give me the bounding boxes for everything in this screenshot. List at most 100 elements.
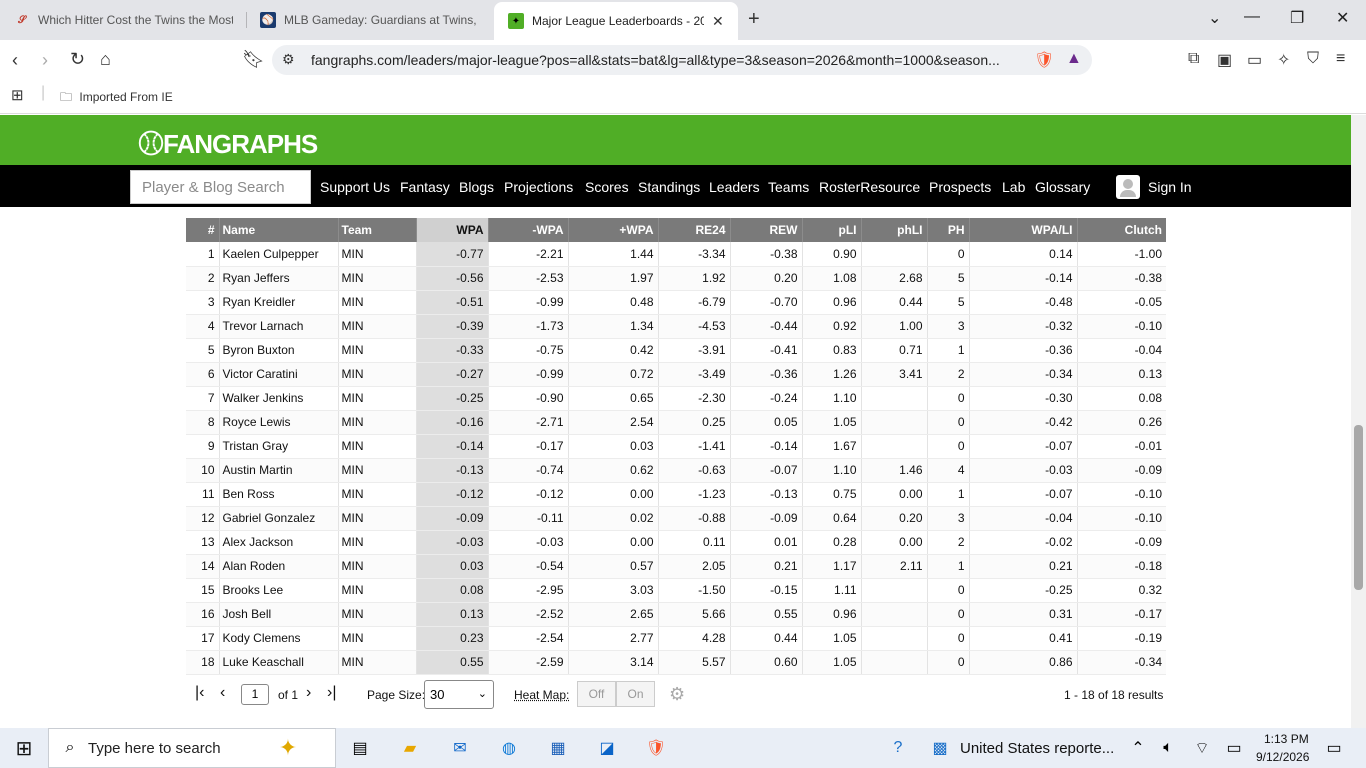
cell-name[interactable]: Walker Jenkins [218,386,338,411]
network-icon[interactable]: ⌔ [1190,736,1214,760]
heat-map-off-button[interactable]: Off [577,681,616,707]
battery-icon[interactable]: ▭ [1222,736,1246,760]
mail-icon[interactable]: ✉ [448,736,472,760]
new-tab-button[interactable]: + [748,8,760,31]
cell-name[interactable]: Trevor Larnach [218,314,338,339]
cell-name[interactable]: Byron Buxton [218,338,338,363]
extensions-icon[interactable]: ⧉ [1188,50,1199,68]
col-header-team[interactable]: Team [337,218,416,242]
news-widget-icon[interactable]: ▩ [928,736,952,760]
windows-start-icon[interactable]: ⊞ [12,736,36,760]
tab-1[interactable]: 𝒮 Which Hitter Cost the Twins the Most [0,0,233,40]
cell-name[interactable]: Alex Jackson [218,530,338,555]
col-header-wpa[interactable]: WPA [415,218,488,242]
col-header-rew[interactable]: REW [729,218,802,242]
sidebar-icon[interactable]: ▣ [1217,50,1232,70]
col-header-minus-wpa[interactable]: -WPA [487,218,568,242]
clock-date[interactable]: 9/12/2026 [1256,750,1309,764]
page-scrollbar-thumb[interactable] [1354,425,1363,590]
cell-name[interactable]: Austin Martin [218,458,338,483]
fangraphs-logo[interactable]: ⚾︎FANGRAPHS [138,124,318,161]
bookmark-folder[interactable]: 🗀︎ Imported From IE [60,88,173,109]
file-explorer-icon[interactable]: ▰ [398,736,422,760]
tray-overflow-chevron-icon[interactable]: ⌃ [1126,736,1150,760]
rewards-triangle-icon[interactable]: ▲ [1066,50,1082,68]
nav-lab[interactable]: Lab [1002,179,1025,195]
user-avatar-icon[interactable] [1116,175,1140,199]
heat-map-on-button[interactable]: On [616,681,655,707]
tab-3-active[interactable]: ✦ Major League Leaderboards - 20 ✕ [494,2,738,40]
tab-2[interactable]: ⚾ MLB Gameday: Guardians at Twins, P [246,0,479,40]
nav-support-us[interactable]: Support Us [320,179,390,195]
cell-name[interactable]: Brooks Lee [218,578,338,603]
cell-name[interactable]: Luke Keaschall [218,650,338,675]
home-icon[interactable]: ⌂ [100,49,111,70]
nav-blogs[interactable]: Blogs [459,179,494,195]
nav-rosterresource[interactable]: RosterResource [819,179,920,195]
col-header-clutch[interactable]: Clutch [1076,218,1166,242]
cell-name[interactable]: Gabriel Gonzalez [218,506,338,531]
last-page-icon[interactable]: ›| [327,684,336,702]
restore-button[interactable]: ❐ [1290,8,1304,28]
cell-name[interactable]: Kody Clemens [218,626,338,651]
nav-glossary[interactable]: Glossary [1035,179,1090,195]
cell-name[interactable]: Victor Caratini [218,362,338,387]
sign-in-link[interactable]: Sign In [1148,179,1192,195]
brave-taskbar-icon[interactable]: 🛡 [644,736,668,760]
volume-icon[interactable]: 🔈︎ [1156,736,1180,760]
nav-scores[interactable]: Scores [585,179,629,195]
nav-prospects[interactable]: Prospects [929,179,991,195]
nav-teams[interactable]: Teams [768,179,809,195]
menu-icon[interactable]: ≡ [1336,50,1345,68]
col-header-re24[interactable]: RE24 [657,218,730,242]
apps-grid-icon[interactable]: ⊞ [11,86,24,104]
sparkle-highlight-icon[interactable]: ✦ [276,735,300,760]
page-scrollbar[interactable] [1351,115,1366,728]
cell-name[interactable]: Tristan Gray [218,434,338,459]
nav-standings[interactable]: Standings [638,179,700,195]
news-weather-icon[interactable]: ? [886,736,910,760]
taskbar-search-placeholder[interactable]: Type here to search [88,740,221,757]
forward-icon[interactable]: › [42,50,48,71]
clock-time[interactable]: 1:13 PM [1264,732,1309,746]
vpn-icon[interactable]: ⛉ [1307,50,1319,68]
close-window-button[interactable]: ✕ [1336,8,1349,28]
col-header-pli[interactable]: pLI [801,218,861,242]
nav-projections[interactable]: Projections [504,179,573,195]
news-headline[interactable]: United States reporte... [960,740,1114,757]
col-header-name[interactable]: Name [218,218,338,242]
prev-page-icon[interactable]: ‹ [220,684,225,702]
task-view-icon[interactable]: ▤ [348,736,372,760]
minimize-button[interactable]: — [1244,8,1260,26]
site-info-icon[interactable]: ⚙ [282,51,295,68]
cell-name[interactable]: Royce Lewis [218,410,338,435]
tab-list-chevron-icon[interactable]: ⌄ [1208,8,1221,28]
first-page-icon[interactable]: |‹ [195,684,204,702]
player-blog-search-input[interactable]: Player & Blog Search [130,170,311,204]
outlook-icon[interactable]: ◪ [595,736,619,760]
edge-browser-icon[interactable]: ◍ [497,736,521,760]
settings-gear-icon[interactable]: ⚙ [669,684,685,705]
leo-ai-icon[interactable]: ✧ [1277,50,1290,70]
cell-name[interactable]: Alan Roden [218,554,338,579]
store-icon[interactable]: ▦ [546,736,570,760]
col-header-wpa-li[interactable]: WPA/LI [968,218,1077,242]
wallet-icon[interactable]: ▭ [1247,50,1262,70]
nav-fantasy[interactable]: Fantasy [400,179,450,195]
col-header-ph[interactable]: PH [926,218,969,242]
bookmark-icon[interactable]: 🔖︎ [242,49,265,70]
nav-leaders[interactable]: Leaders [709,179,760,195]
page-size-select[interactable]: 30 ⌄ [424,680,494,709]
next-page-icon[interactable]: › [306,684,311,702]
close-tab-icon[interactable]: ✕ [712,13,724,30]
url-text[interactable]: fangraphs.com/leaders/major-league?pos=a… [311,52,1000,68]
page-number-input[interactable]: 1 [241,684,269,705]
cell-name[interactable]: Ryan Kreidler [218,290,338,315]
col-header-phli[interactable]: phLI [860,218,927,242]
cell-name[interactable]: Ryan Jeffers [218,266,338,291]
cell-name[interactable]: Kaelen Culpepper [218,242,338,267]
cell-name[interactable]: Josh Bell [218,602,338,627]
col-header-rank[interactable]: # [186,218,219,242]
col-header-plus-wpa[interactable]: +WPA [567,218,658,242]
notifications-icon[interactable]: ▭ [1322,736,1346,760]
